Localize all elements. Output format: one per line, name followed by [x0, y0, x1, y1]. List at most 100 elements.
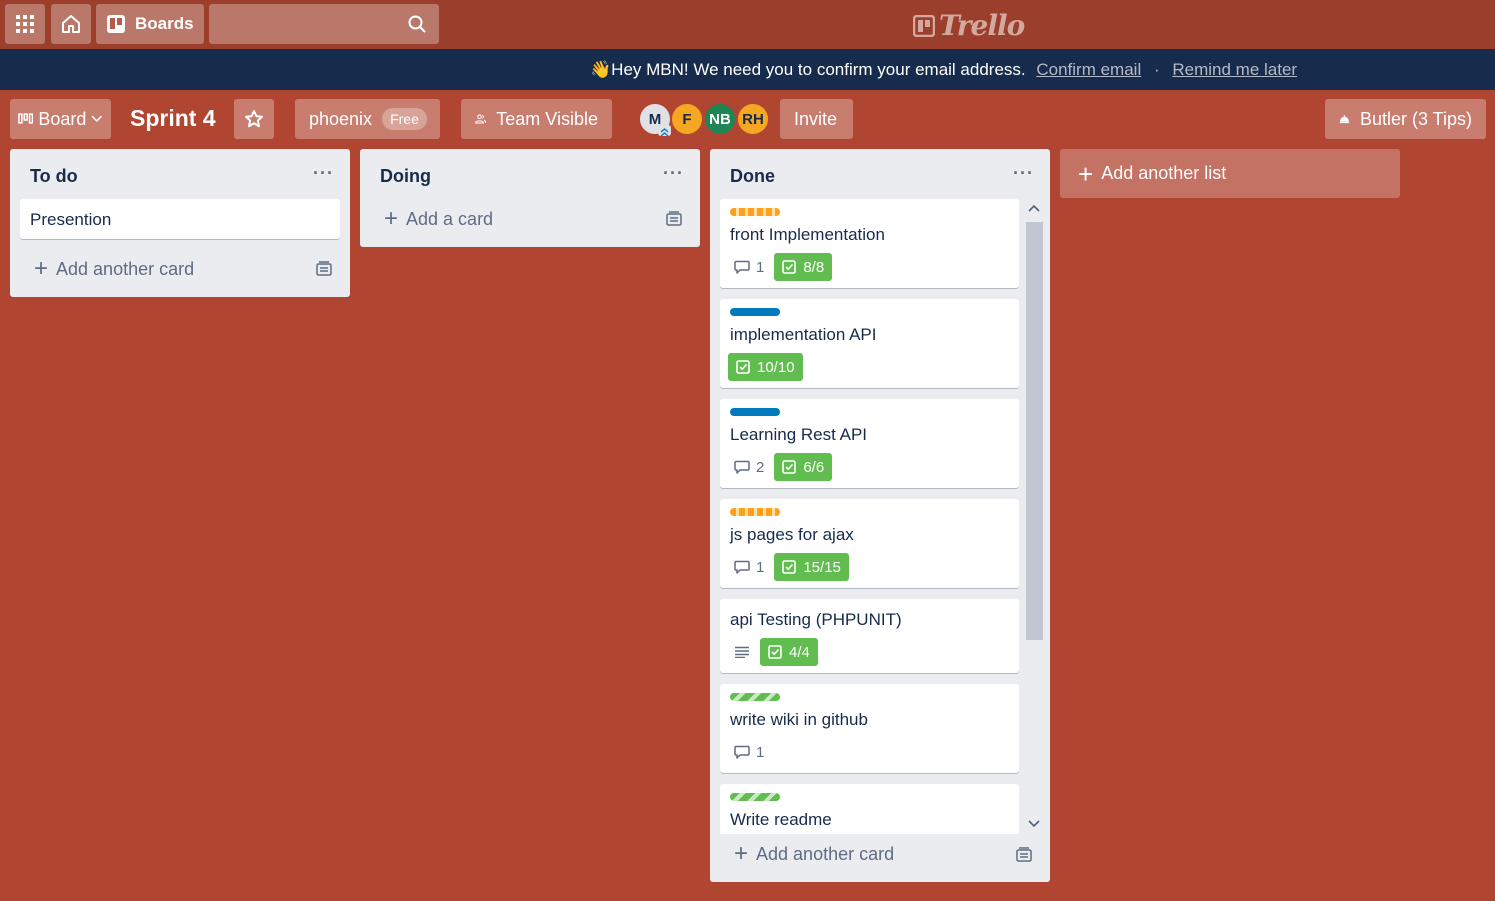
member-avatar[interactable]: F — [670, 102, 704, 136]
chevron-down-icon — [91, 115, 103, 123]
card-label-orange[interactable] — [730, 508, 780, 516]
card-badges: 1 8/8 — [728, 253, 833, 281]
board-view-label: Board — [38, 108, 87, 129]
checklist-badge: 8/8 — [774, 253, 833, 281]
plus-icon: + — [1078, 158, 1094, 189]
card-label-orange[interactable] — [730, 208, 780, 216]
comment-count: 1 — [756, 743, 765, 761]
card-template-icon[interactable] — [316, 261, 332, 277]
trello-logo-icon — [913, 14, 935, 37]
board-title[interactable]: Sprint 4 — [130, 105, 216, 132]
comments-badge: 1 — [728, 259, 764, 276]
card-badges: 10/10 — [728, 353, 803, 381]
card-badges: 1 — [728, 738, 764, 766]
list-menu-button[interactable]: ··· — [1013, 163, 1034, 184]
card-label-green[interactable] — [730, 693, 780, 701]
description-icon — [735, 646, 749, 658]
add-card-button[interactable]: + Add a card — [384, 207, 493, 231]
description-badge — [728, 646, 750, 658]
invite-button[interactable]: Invite — [780, 99, 853, 139]
checklist-badge: 15/15 — [774, 553, 849, 581]
member-initials: RH — [742, 110, 764, 128]
list-title[interactable]: Doing — [380, 166, 431, 187]
list-doing: Doing ··· + Add a card — [360, 149, 700, 247]
board-icon — [107, 15, 125, 33]
card-title: Write readme — [730, 810, 832, 829]
home-button[interactable] — [51, 4, 91, 44]
checklist-count: 6/6 — [803, 458, 825, 476]
star-icon — [245, 110, 263, 128]
comment-count: 1 — [756, 558, 765, 576]
card-label-green[interactable] — [730, 793, 780, 801]
card-title: Learning Rest API — [730, 425, 868, 444]
checklist-badge: 10/10 — [728, 353, 803, 381]
card-template-icon[interactable] — [1016, 847, 1032, 863]
list-title[interactable]: To do — [30, 166, 78, 187]
comment-icon — [734, 560, 750, 574]
card[interactable]: js pages for ajax 1 15/15 — [720, 499, 1019, 588]
search-icon — [408, 15, 426, 33]
add-card-label: Add another card — [756, 843, 895, 864]
add-card-button[interactable]: + Add another card — [734, 842, 894, 866]
add-list-button[interactable]: + Add another list — [1060, 149, 1400, 198]
comment-icon — [734, 460, 750, 474]
card-title: js pages for ajax — [730, 525, 854, 544]
checklist-icon — [736, 360, 750, 374]
comment-icon — [734, 745, 750, 759]
add-card-label: Add another card — [56, 258, 195, 279]
member-avatar[interactable]: RH — [736, 102, 770, 136]
card[interactable]: front Implementation 1 8/8 — [720, 199, 1019, 288]
email-banner: 👋Hey MBN! We need you to confirm your em… — [0, 49, 1495, 90]
checklist-count: 15/15 — [803, 558, 841, 576]
card[interactable]: Write readme — [720, 784, 1019, 834]
scrollbar-thumb[interactable] — [1026, 222, 1043, 640]
boards-button[interactable]: Boards — [96, 4, 204, 44]
list-cards-scroll-area[interactable]: front Implementation 1 8/8 implementatio… — [710, 199, 1050, 834]
card[interactable]: Presention — [20, 199, 340, 239]
scroll-up-arrow-icon[interactable] — [1028, 204, 1040, 214]
comments-badge: 1 — [728, 738, 764, 766]
checklist-count: 10/10 — [757, 358, 795, 376]
comment-count: 2 — [756, 458, 765, 476]
card-title: front Implementation — [730, 225, 885, 244]
team-visibility-icon — [475, 114, 487, 124]
confirm-email-link[interactable]: Confirm email — [1036, 60, 1141, 79]
comment-icon — [734, 260, 750, 274]
list-menu-button[interactable]: ··· — [313, 163, 334, 184]
comment-count: 1 — [756, 258, 765, 276]
card[interactable]: implementation API 10/10 — [720, 299, 1019, 388]
plus-icon: + — [384, 205, 399, 232]
card[interactable]: api Testing (PHPUNIT) 4/4 — [720, 599, 1019, 673]
team-button[interactable]: phoenix Free — [295, 99, 440, 139]
board-view-switcher[interactable]: Board — [10, 99, 111, 139]
card[interactable]: write wiki in github 1 — [720, 684, 1019, 773]
card[interactable]: Learning Rest API 2 6/6 — [720, 399, 1019, 488]
list-title[interactable]: Done — [730, 166, 775, 187]
butler-bell-icon — [1339, 115, 1350, 124]
boards-label: Boards — [135, 14, 194, 33]
butler-button[interactable]: Butler (3 Tips) — [1325, 99, 1486, 139]
card-template-icon[interactable] — [666, 211, 682, 227]
member-avatar[interactable]: NB — [703, 102, 737, 136]
trello-logo[interactable]: Trello — [913, 9, 1025, 42]
trello-logo-text: Trello — [939, 9, 1025, 42]
visibility-label: Team Visible — [496, 108, 598, 129]
card-badges: 1 15/15 — [728, 553, 849, 581]
visibility-button[interactable]: Team Visible — [461, 99, 612, 139]
card-label-blue[interactable] — [730, 408, 780, 416]
card-title: implementation API — [730, 325, 877, 344]
team-name: phoenix — [309, 108, 373, 129]
apps-button[interactable] — [5, 4, 45, 44]
member-initials: F — [682, 110, 692, 128]
comments-badge: 1 — [728, 559, 764, 576]
add-card-button[interactable]: + Add another card — [34, 257, 194, 281]
checklist-icon — [782, 560, 797, 574]
search-input[interactable] — [209, 4, 439, 44]
scroll-down-arrow-icon[interactable] — [1028, 818, 1040, 828]
member-avatar[interactable]: M — [638, 102, 672, 137]
plus-icon: + — [734, 840, 749, 867]
card-label-blue[interactable] — [730, 308, 780, 316]
remind-later-link[interactable]: Remind me later — [1172, 60, 1297, 79]
list-menu-button[interactable]: ··· — [663, 163, 684, 184]
star-board-button[interactable] — [234, 99, 274, 139]
